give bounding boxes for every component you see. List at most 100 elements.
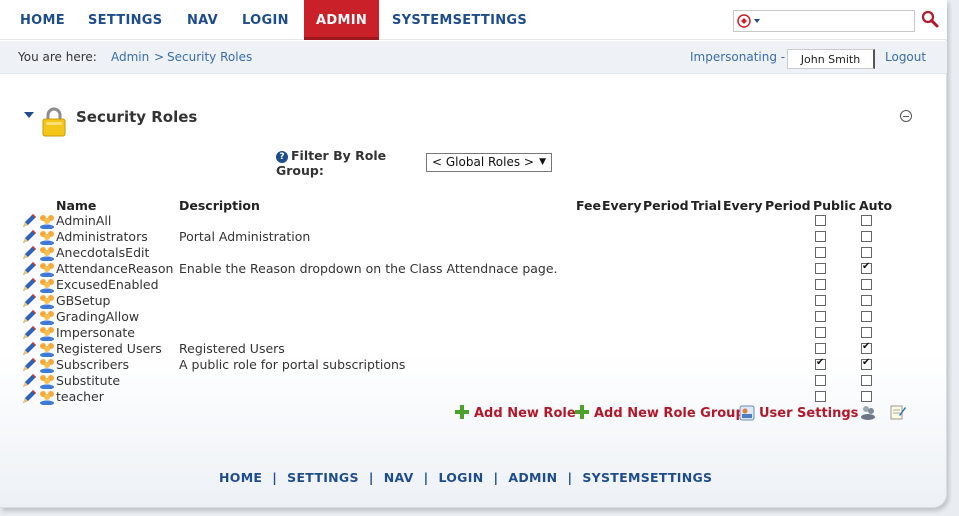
auto-checkbox[interactable] <box>861 261 872 274</box>
breadcrumb-separator: > <box>154 50 165 64</box>
public-checkbox[interactable] <box>815 357 826 370</box>
auto-checkbox[interactable] <box>861 375 872 386</box>
auto-checkbox[interactable] <box>861 295 872 306</box>
auto-checkbox[interactable] <box>861 327 872 338</box>
minimize-icon[interactable] <box>900 110 912 122</box>
role-group-icon <box>38 213 56 230</box>
public-checkbox[interactable] <box>815 247 826 258</box>
pencil-icon[interactable] <box>22 342 38 356</box>
nav-home[interactable]: HOME <box>20 0 65 40</box>
role-group-select-value: < Global Roles > <box>432 155 534 169</box>
public-checkbox[interactable] <box>815 391 826 402</box>
auto-checkbox[interactable] <box>861 391 872 402</box>
pencil-icon[interactable] <box>22 294 38 308</box>
role-name: AnecdotalsEdit <box>56 245 150 260</box>
table-row: AdminAll <box>20 213 920 230</box>
role-description: Portal Administration <box>179 229 311 244</box>
nav-admin[interactable]: ADMIN <box>304 0 380 40</box>
pencil-icon[interactable] <box>22 326 38 340</box>
auto-checkbox[interactable] <box>861 357 872 370</box>
edit-note-icon[interactable] <box>890 404 906 420</box>
table-row: AttendanceReason Enable the Reason dropdo… <box>20 261 920 278</box>
role-group-icon <box>38 293 56 310</box>
table-row: Impersonate <box>20 325 920 342</box>
auto-checkbox[interactable] <box>861 247 872 258</box>
public-checkbox[interactable] <box>815 375 826 386</box>
nav-systemsettings[interactable]: SYSTEMSETTINGS <box>392 0 527 40</box>
breadcrumb-security-roles[interactable]: Security Roles <box>167 50 252 64</box>
breadcrumb-label: You are here: <box>18 50 97 64</box>
role-group-icon <box>38 341 56 358</box>
pencil-icon[interactable] <box>22 310 38 324</box>
help-icon[interactable]: ? <box>276 151 288 163</box>
nav-nav[interactable]: NAV <box>187 0 218 40</box>
pencil-icon[interactable] <box>22 246 38 260</box>
magnifier-icon[interactable] <box>920 9 940 29</box>
footer-separator: | <box>272 470 278 485</box>
impersonated-user[interactable]: John Smith <box>787 49 875 69</box>
add-new-role-group-link[interactable]: Add New Role Group <box>594 406 745 421</box>
role-name: ExcusedEnabled <box>56 277 159 292</box>
nav-login[interactable]: LOGIN <box>242 0 289 40</box>
add-icon[interactable] <box>455 405 469 419</box>
public-checkbox[interactable] <box>815 327 826 338</box>
footer-systemsettings[interactable]: SYSTEMSETTINGS <box>582 470 712 485</box>
pencil-icon[interactable] <box>22 278 38 292</box>
public-checkbox[interactable] <box>815 263 826 274</box>
role-group-icon <box>38 277 56 294</box>
public-checkbox[interactable] <box>815 311 826 322</box>
pencil-icon[interactable] <box>22 214 38 228</box>
footer-nav-link[interactable]: NAV <box>384 470 414 485</box>
col-header-period2: Period <box>765 198 811 213</box>
footer-settings[interactable]: SETTINGS <box>287 470 359 485</box>
add-group-icon[interactable] <box>575 405 589 419</box>
footer-admin[interactable]: ADMIN <box>508 470 557 485</box>
pencil-icon[interactable] <box>22 230 38 244</box>
role-group-select[interactable]: < Global Roles > ▼ <box>426 153 552 172</box>
user-settings-icon[interactable] <box>739 405 755 421</box>
footer-nav: HOME | SETTINGS | NAV | LOGIN | ADMIN | SYSTEMSETT… <box>219 470 712 485</box>
add-new-role-link[interactable]: Add New Role <box>474 406 576 421</box>
auto-checkbox[interactable] <box>861 279 872 290</box>
pencil-icon[interactable] <box>22 262 38 276</box>
footer-separator: | <box>567 470 573 485</box>
collapse-arrow-icon[interactable] <box>24 112 34 118</box>
pencil-icon[interactable] <box>22 358 38 372</box>
pencil-icon[interactable] <box>22 374 38 388</box>
role-name: AttendanceReason <box>56 261 174 276</box>
table-row: GradingAllow <box>20 309 920 326</box>
search-input[interactable] <box>766 12 910 30</box>
footer-login[interactable]: LOGIN <box>438 470 483 485</box>
role-group-icon <box>38 261 56 278</box>
filter-label: ? Filter By Role Group: <box>276 148 406 178</box>
auto-checkbox[interactable] <box>861 215 872 226</box>
public-checkbox[interactable] <box>815 279 826 290</box>
role-name: GBSetup <box>56 293 111 308</box>
impersonating-label: Impersonating - <box>690 50 786 64</box>
role-group-icon <box>38 229 56 246</box>
search-engine-icon <box>737 14 760 28</box>
public-checkbox[interactable] <box>815 215 826 226</box>
table-row: Administrators Portal Administration <box>20 229 920 246</box>
footer-home[interactable]: HOME <box>219 470 262 485</box>
public-checkbox[interactable] <box>815 231 826 242</box>
users-icon[interactable] <box>860 404 876 420</box>
auto-checkbox[interactable] <box>861 341 872 354</box>
auto-checkbox[interactable] <box>861 231 872 242</box>
chevron-down-icon: ▼ <box>539 157 546 167</box>
pencil-icon[interactable] <box>22 390 38 404</box>
search-engine-dropdown[interactable] <box>737 13 765 29</box>
module-title: Security Roles <box>76 108 198 126</box>
logout-link[interactable]: Logout <box>885 50 926 64</box>
col-header-public: Public <box>813 198 856 213</box>
public-checkbox[interactable] <box>815 295 826 306</box>
role-group-icon <box>38 389 56 406</box>
user-settings-link[interactable]: User Settings <box>759 406 858 421</box>
footer-separator: | <box>423 470 429 485</box>
auto-checkbox[interactable] <box>861 311 872 322</box>
table-row: teacher <box>20 389 920 406</box>
footer-separator: | <box>493 470 499 485</box>
nav-settings[interactable]: SETTINGS <box>88 0 162 40</box>
public-checkbox[interactable] <box>815 343 826 354</box>
breadcrumb-admin[interactable]: Admin <box>111 50 149 64</box>
